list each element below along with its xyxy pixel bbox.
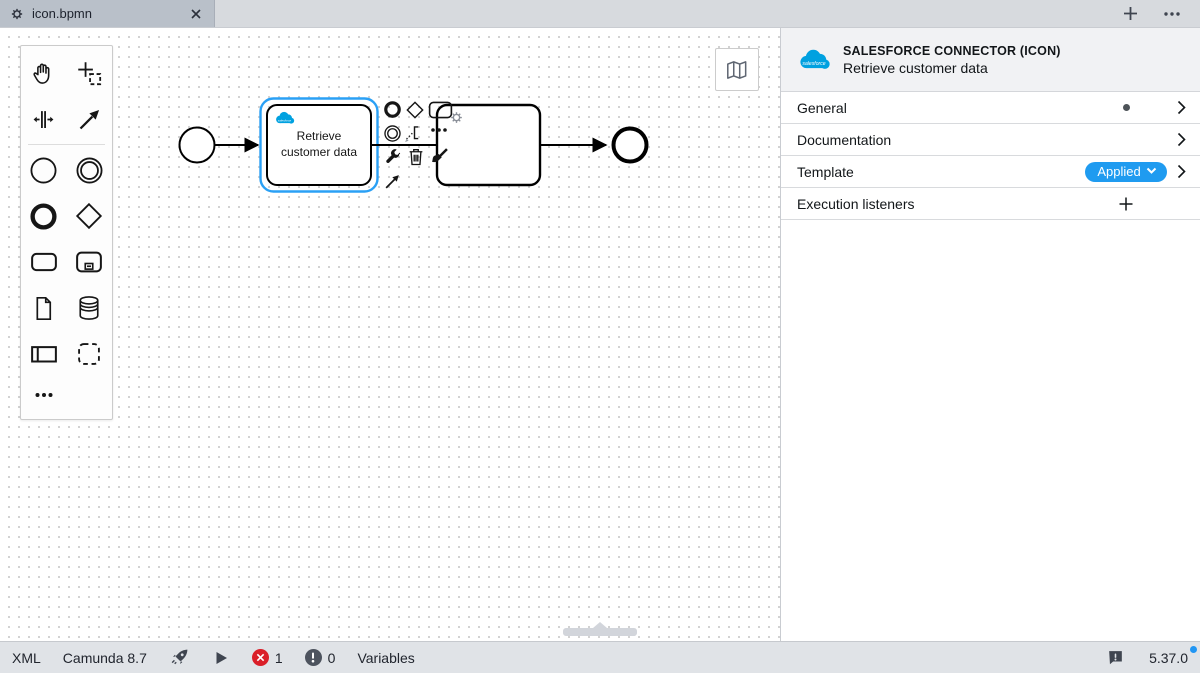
update-available-dot [1190, 646, 1197, 653]
context-pad [383, 100, 473, 200]
section-general[interactable]: General [781, 92, 1200, 124]
create-end-event[interactable] [21, 193, 67, 239]
end-event-shape[interactable] [614, 129, 647, 162]
error-circle-x-icon [252, 649, 269, 666]
create-gateway[interactable] [67, 193, 113, 239]
palette-separator [28, 144, 105, 145]
app-version[interactable]: 5.37.0 [1149, 650, 1188, 666]
space-tool[interactable] [21, 96, 67, 142]
bpmn-file-gear-icon [10, 7, 24, 21]
tab-close-icon[interactable] [190, 8, 202, 20]
tab-overflow-ellipsis-icon[interactable] [1162, 4, 1182, 24]
lasso-tool[interactable] [67, 50, 113, 96]
new-tab-plus-icon[interactable] [1120, 4, 1140, 24]
salesforce-logo-icon: salesforce [797, 48, 831, 72]
start-event-shape[interactable] [180, 128, 215, 163]
create-participant[interactable] [21, 331, 67, 377]
template-applied-badge[interactable]: Applied [1085, 162, 1166, 182]
tab-bar: icon.bpmn [0, 0, 1200, 28]
start-instance-play-icon[interactable] [212, 649, 230, 667]
more-entries-icon[interactable] [430, 127, 448, 133]
bottom-panel-handle[interactable] [563, 628, 637, 636]
feedback-bubble-icon[interactable] [1106, 648, 1125, 667]
add-listener-plus-icon[interactable] [1118, 196, 1134, 212]
engine-version-selector[interactable]: Camunda 8.7 [63, 650, 147, 666]
append-gateway-icon[interactable] [405, 100, 425, 120]
change-type-wrench-icon[interactable] [383, 148, 402, 167]
tab-title: icon.bpmn [32, 6, 182, 21]
properties-header: salesforce SALESFORCE CONNECTOR (ICON) R… [781, 28, 1200, 92]
element-name: Retrieve customer data [843, 60, 1061, 76]
create-group[interactable] [67, 331, 113, 377]
variables-toggle[interactable]: Variables [357, 650, 414, 666]
tab-icon-bpmn[interactable]: icon.bpmn [0, 0, 215, 27]
append-text-annotation-icon[interactable] [404, 124, 425, 144]
svg-text:salesforce: salesforce [278, 119, 292, 123]
warning-count[interactable]: 0 [305, 649, 336, 666]
task-label: Retrieve customer data [277, 128, 361, 160]
chevron-right-icon[interactable] [1168, 132, 1186, 147]
more-tools-icon[interactable] [21, 377, 67, 413]
properties-panel: salesforce SALESFORCE CONNECTOR (ICON) R… [780, 28, 1200, 641]
create-intermediate-event[interactable] [67, 147, 113, 193]
create-data-store[interactable] [67, 285, 113, 331]
chevron-right-icon[interactable] [1168, 100, 1186, 115]
palette-spacer [67, 377, 113, 413]
svg-text:salesforce: salesforce [802, 61, 825, 67]
create-data-object[interactable] [21, 285, 67, 331]
color-brush-icon[interactable] [429, 146, 450, 167]
chevron-right-icon[interactable] [1168, 164, 1186, 179]
section-template[interactable]: Template Applied [781, 156, 1200, 188]
connect-arrow-icon[interactable] [383, 172, 402, 191]
append-intermediate-event-icon[interactable] [383, 124, 402, 143]
global-connect-tool[interactable] [67, 96, 113, 142]
create-start-event[interactable] [21, 147, 67, 193]
status-bar: XML Camunda 8.7 1 0 [0, 641, 1200, 673]
create-subprocess[interactable] [67, 239, 113, 285]
deploy-rocket-icon[interactable] [169, 647, 190, 668]
section-documentation[interactable]: Documentation [781, 124, 1200, 156]
general-filled-dot-indicator [1123, 104, 1130, 111]
delete-trash-icon[interactable] [407, 147, 425, 167]
warning-circle-exclamation-icon [305, 649, 322, 666]
xml-toggle[interactable]: XML [12, 650, 41, 666]
handle-caret-icon [593, 622, 607, 628]
palette [20, 45, 113, 420]
hand-tool[interactable] [21, 50, 67, 96]
section-execution-listeners[interactable]: Execution listeners [781, 188, 1200, 220]
map-icon [724, 58, 750, 82]
create-task[interactable] [21, 239, 67, 285]
chevron-down-icon [1146, 167, 1157, 175]
tab-bar-actions [1120, 0, 1200, 27]
camunda-modeler-window: icon.bpmn [0, 0, 1200, 673]
element-template-name: SALESFORCE CONNECTOR (ICON) [843, 44, 1061, 58]
bpmn-canvas[interactable]: salesforce Retrieve customer data [0, 28, 780, 641]
minimap-toggle-button[interactable] [715, 48, 759, 91]
append-end-event-icon[interactable] [383, 100, 402, 119]
error-count[interactable]: 1 [252, 649, 283, 666]
gear-cursor-icon [449, 110, 464, 125]
